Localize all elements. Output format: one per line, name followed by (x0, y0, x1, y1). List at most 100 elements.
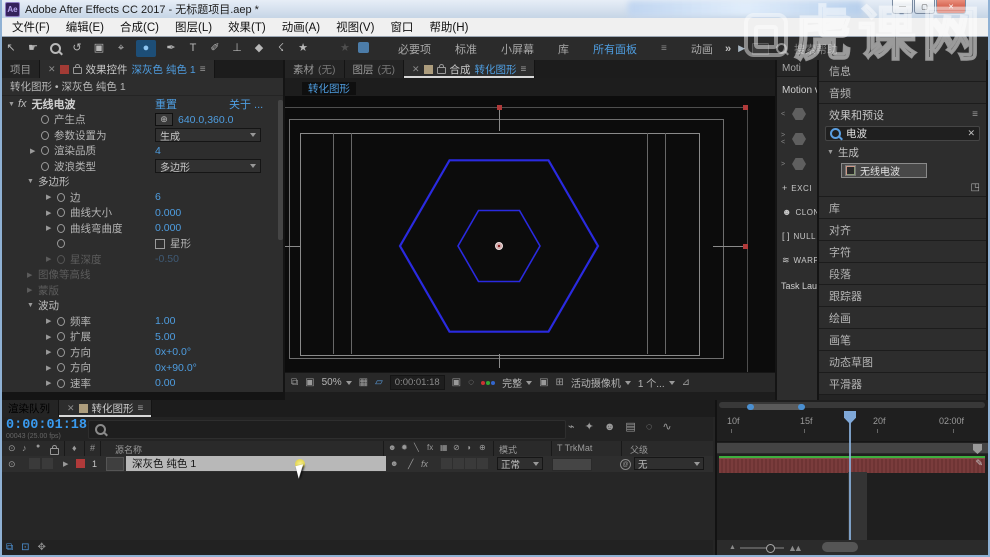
anchor-button[interactable]: < (777, 102, 817, 126)
workspace-tab[interactable]: 所有面板 (593, 41, 637, 57)
panel-header[interactable]: 库 (819, 197, 986, 219)
stopwatch-icon[interactable] (57, 316, 70, 326)
hand-tool-icon[interactable]: ☛ (26, 40, 40, 57)
media-icon[interactable]: ▶ (738, 43, 745, 54)
mode-column-header[interactable]: 模式 (499, 443, 517, 456)
property-value[interactable]: 0.000 (155, 207, 181, 219)
shy-toggle-icon[interactable]: ☻ (604, 421, 616, 433)
layer-fx-switch[interactable]: fx (421, 459, 428, 469)
expand-arrow-icon[interactable]: ▶ (46, 224, 57, 232)
property-row[interactable]: ▶ 星深度 -0.50 (2, 252, 277, 268)
3d-column-icon[interactable]: ⊕ (479, 443, 488, 452)
property-row[interactable]: 星形 (2, 236, 277, 252)
layer-row[interactable]: ⊙ ▶ 1 深灰色 纯色 1 ☻ ╱ fx 正常 @ 无 (0, 456, 713, 473)
comp-viewer-chip[interactable]: 转化图形 (302, 82, 356, 95)
quality-column-icon[interactable]: ╲ (414, 443, 423, 452)
tab-effect-controls[interactable]: ✕ 效果控件 深灰色 纯色 1 ≡ (40, 60, 215, 78)
property-value[interactable]: 5.00 (155, 331, 175, 343)
scrollbar[interactable] (278, 100, 283, 240)
graph-editor-icon[interactable]: ∿ (662, 420, 671, 433)
layer-duration-bar[interactable] (719, 458, 985, 473)
comp-view[interactable] (285, 96, 775, 372)
zoom-tool-icon[interactable] (48, 40, 62, 57)
media-box-icon[interactable] (752, 42, 770, 55)
tab-render-queue[interactable]: 渲染队列 (0, 400, 59, 417)
pixel-aspect-icon[interactable]: ⊿ (682, 377, 690, 388)
expand-arrow-icon[interactable]: ▶ (30, 147, 41, 155)
zoom-slider-knob[interactable] (765, 543, 775, 553)
frame-blend-column-icon[interactable]: ▦ (440, 443, 449, 452)
label-column-icon[interactable]: ♦ (72, 443, 77, 453)
effects-presets-header[interactable]: 效果和预设 ≡ (819, 104, 986, 125)
cloner-button[interactable]: ☻ CLON (777, 200, 817, 224)
property-row[interactable]: ▶ 边 6 (2, 190, 277, 206)
property-row[interactable]: ▶ 方向 0x+0.0° (2, 345, 277, 361)
expand-layer-arrow[interactable]: ▶ (63, 460, 68, 468)
property-row[interactable]: ▶ 扩展 5.00 (2, 329, 277, 345)
stopwatch-icon[interactable] (57, 347, 70, 357)
null-button[interactable]: [ ] NULL (777, 224, 817, 248)
about-effect-link[interactable]: 关于 ... (229, 96, 263, 112)
pan-behind-tool-icon[interactable]: ⌖ (114, 40, 128, 57)
property-row[interactable]: ▶ 曲线大小 0.000 (2, 205, 277, 221)
search-help-field[interactable]: 搜索帮助 (794, 41, 838, 57)
menu-item[interactable]: 动画(A) (274, 19, 328, 35)
stopwatch-icon[interactable] (57, 208, 70, 218)
source-name-column-header[interactable]: 源名称 (115, 443, 142, 456)
effects-search-input[interactable]: 电波 ✕ (825, 126, 980, 141)
close-tab-icon[interactable]: ✕ (412, 64, 420, 75)
layer-handle[interactable] (743, 244, 748, 249)
puppet-pin-tool-icon[interactable]: ★ (296, 40, 310, 57)
camera-dropdown[interactable]: 活动摄像机 (571, 375, 631, 390)
timeline-pane-toggle-icon-1[interactable]: ⧉ (6, 542, 13, 553)
solo-column-icon[interactable]: ● (36, 443, 40, 450)
fx-column-icon[interactable]: fx (427, 443, 436, 452)
minimize-button[interactable]: — (892, 0, 913, 14)
stopwatch-icon[interactable] (57, 223, 70, 233)
property-row[interactable]: ▶ 速率 0.00 (2, 376, 277, 392)
property-value[interactable]: 0x+90.0° (155, 362, 197, 374)
timeline-pane-toggle-icon-2[interactable]: ⊡ (21, 542, 29, 553)
mini-flowchart-icon[interactable]: ⌁ (568, 420, 575, 433)
current-timecode[interactable]: 0:00:01:18 (6, 418, 87, 433)
panel-menu-icon[interactable]: ≡ (521, 64, 527, 75)
panel-header[interactable]: 对齐 (819, 219, 986, 241)
tab-motion[interactable]: Moti (777, 60, 817, 77)
menu-item[interactable]: 合成(C) (112, 19, 167, 35)
property-dropdown[interactable]: 多边形 (155, 159, 261, 174)
tab-footage[interactable]: 素材 (无) (285, 60, 345, 78)
shy-column-icon[interactable]: ☻ (388, 443, 397, 452)
stopwatch-icon[interactable] (41, 115, 54, 125)
effects-category-row[interactable]: ▼ 生成 (819, 142, 986, 162)
panel-header[interactable]: 动态草图 (819, 351, 986, 373)
workspace-tab[interactable]: 库 (558, 41, 569, 57)
task-launcher-label[interactable]: Task Lau (777, 273, 817, 291)
tab-timeline-comp[interactable]: ✕ 转化图形 ≡ (59, 400, 153, 417)
expand-arrow-icon[interactable]: ▶ (46, 333, 57, 341)
panel-header[interactable]: 信息 (819, 60, 986, 82)
time-navigator-track[interactable] (719, 402, 985, 410)
magnification-dropdown[interactable]: 50% (322, 377, 352, 388)
reset-effect-link[interactable]: 重置 (155, 96, 177, 112)
warp-button[interactable]: ≋ WARP (777, 248, 817, 273)
draft-3d-icon[interactable]: ✦ (585, 420, 594, 433)
timeline-zoom-slider[interactable] (739, 543, 784, 553)
show-snapshot-icon[interactable]: ◌ (468, 377, 474, 388)
brush-tool-icon[interactable]: ✐ (208, 40, 222, 57)
panel-menu-icon[interactable]: ≡ (200, 64, 206, 75)
timeline-pane-toggle-icon-3[interactable]: ✥ (38, 542, 46, 553)
expand-arrow-icon[interactable]: ▶ (46, 364, 57, 372)
layer-visibility-icon[interactable]: ⊙ (8, 459, 16, 470)
layer-shy-switch[interactable]: ☻ (390, 459, 398, 468)
property-row[interactable]: ▶ 蒙版 (2, 283, 277, 299)
panel-menu-icon[interactable]: ≡ (972, 109, 978, 120)
layer-handle[interactable] (497, 105, 502, 110)
timeline-search-input[interactable] (88, 420, 566, 439)
stopwatch-icon[interactable] (57, 254, 70, 264)
mask-visibility-icon[interactable]: ▱ (375, 377, 383, 388)
expand-arrow-icon[interactable]: ▼ (27, 302, 38, 309)
playhead-stem[interactable] (849, 423, 851, 540)
property-value[interactable]: 0x+0.0° (155, 346, 191, 358)
view-layout-dropdown[interactable]: 1 个... (638, 375, 675, 390)
workspace-tab-animation[interactable]: 动画 (691, 41, 713, 57)
